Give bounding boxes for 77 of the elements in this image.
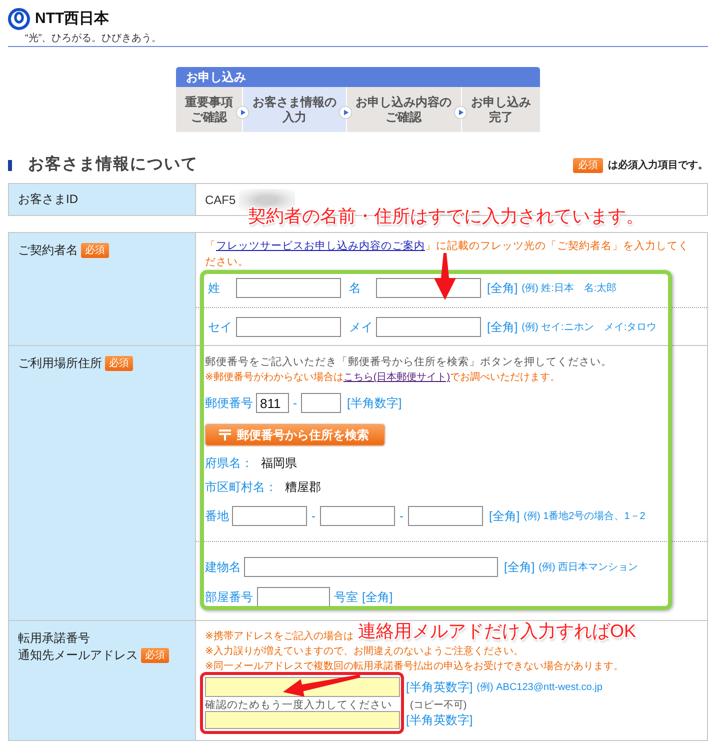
required-legend: は必須入力項目です。 <box>608 158 708 172</box>
input-field[interactable] <box>232 506 307 526</box>
format-hint: [全角] <box>504 558 535 576</box>
example-text: (例) 西日本マンション <box>538 560 638 574</box>
input-field[interactable] <box>236 278 341 298</box>
tagline: “光”、ひろがる。ひびきあう。 <box>25 33 162 45</box>
annotation-text: 契約者の名前・住所はすでに入力されています。 <box>248 205 644 228</box>
field-label: セイ <box>208 318 233 336</box>
field-label: 建物名 <box>205 558 242 576</box>
annotation-arrow <box>434 253 456 300</box>
format-hint: [半角英数字] <box>406 678 473 696</box>
input-field[interactable] <box>244 557 498 577</box>
unit-label: 号室 <box>334 588 358 606</box>
example-text: (例) 姓:日本 名:太郎 <box>522 282 617 295</box>
email-confirm-field[interactable] <box>205 711 400 729</box>
field-label: メイ <box>349 318 374 336</box>
arrow-circle-icon <box>339 106 352 118</box>
required-badge: 必須 <box>573 158 603 172</box>
input-field[interactable] <box>301 393 341 413</box>
field-label: 市区町村名： <box>205 478 277 496</box>
format-hint: [全角] <box>362 588 393 606</box>
dash-separator: - <box>310 509 316 523</box>
field-label: 郵便番号 <box>205 394 253 412</box>
ring-logo-icon <box>8 8 30 30</box>
input-field[interactable] <box>257 587 330 607</box>
steps-title: お申し込み <box>176 67 540 87</box>
customer-id: CAF5 <box>205 192 236 206</box>
field-label: ご利用場所住所 <box>18 356 102 370</box>
field-value: 福岡県 <box>261 454 297 472</box>
arrow-circle-icon <box>236 106 249 118</box>
field-label: ご契約者名 <box>18 243 78 257</box>
field-label: 名 <box>349 280 362 296</box>
dash-separator: - <box>398 509 404 523</box>
step-item: お申し込み 完了 <box>460 87 540 132</box>
instruction-text: 郵便番号をご記入いただき「郵便番号から住所を検索」ボタンを押してください。 <box>205 355 612 370</box>
step-item: 重要事項 ご確認 <box>176 87 242 132</box>
field-label: 部屋番号 <box>205 588 254 606</box>
required-badge: 必須 <box>105 356 133 371</box>
example-text: (例) 1番地2号の場合、1－2 <box>524 510 646 523</box>
step-item: お客さま情報の 入力 <box>242 87 346 132</box>
heading-marker-icon <box>8 160 12 170</box>
field-label: 転用承諾番号 通知先メールアドレス <box>18 631 138 662</box>
guide-link[interactable]: フレッツサービスお申し込み内容のご案内 <box>216 240 425 252</box>
example-text: (例) セイ:ニホン メイ:タロウ <box>522 321 657 334</box>
copy-note: (コピー不可) <box>410 700 467 711</box>
required-badge: 必須 <box>81 243 109 258</box>
postal-site-link[interactable]: こちら(日本郵便サイト) <box>343 372 450 383</box>
example-text: (例) ABC123@ntt-west.co.jp <box>476 681 602 694</box>
step-item: お申し込み内容の ご確認 <box>346 87 461 132</box>
section-title: お客さま情報について <box>28 155 198 175</box>
format-hint: [半角数字] <box>347 394 402 412</box>
confirm-instruction: 確認のためもう一度入力してください <box>205 699 392 711</box>
field-label: 番地 <box>205 508 230 524</box>
note-text: ※入力誤りが増えていますので、お間違えのないようご注意ください。 <box>205 644 524 659</box>
instruction-text: 「フレッツサービスお申し込み内容のご案内」に記載のフレッツ光の「ご契約者名」を入力してください。 <box>205 239 690 270</box>
field-value: 糟屋郡 <box>285 478 321 496</box>
input-field[interactable]: 811 <box>256 393 289 413</box>
field-label: 府県名： <box>205 454 253 472</box>
dash-separator: - <box>293 396 297 410</box>
format-hint: [全角] <box>489 508 520 524</box>
format-hint: [半角英数字] <box>406 712 473 728</box>
brand-name: NTT西日本 <box>35 10 110 28</box>
field-label: 姓 <box>208 280 221 296</box>
input-field[interactable] <box>408 506 483 526</box>
field-label: お客さまID <box>18 191 78 208</box>
annotation-text: 連絡用メルアドだけ入力すればOK <box>358 620 636 643</box>
arrow-circle-icon <box>454 106 468 118</box>
required-badge: 必須 <box>141 648 169 663</box>
note-text: ※同一メールアドレスで複数回の転用承諾番号払出の申込をお受けできない場合があります。 <box>205 660 624 674</box>
input-field[interactable] <box>376 317 481 337</box>
note-text: ※携帯アドレスをご記入の場合は <box>205 630 354 644</box>
input-field[interactable] <box>236 317 341 337</box>
format-hint: [全角] <box>487 280 518 296</box>
format-hint: [全角] <box>487 318 518 336</box>
input-field[interactable] <box>320 506 395 526</box>
lookup-note: ※郵便番号がわからない場合はこちら(日本郵便サイト)でお調べいただけます。 <box>205 370 560 385</box>
postal-mark-icon <box>219 429 231 441</box>
